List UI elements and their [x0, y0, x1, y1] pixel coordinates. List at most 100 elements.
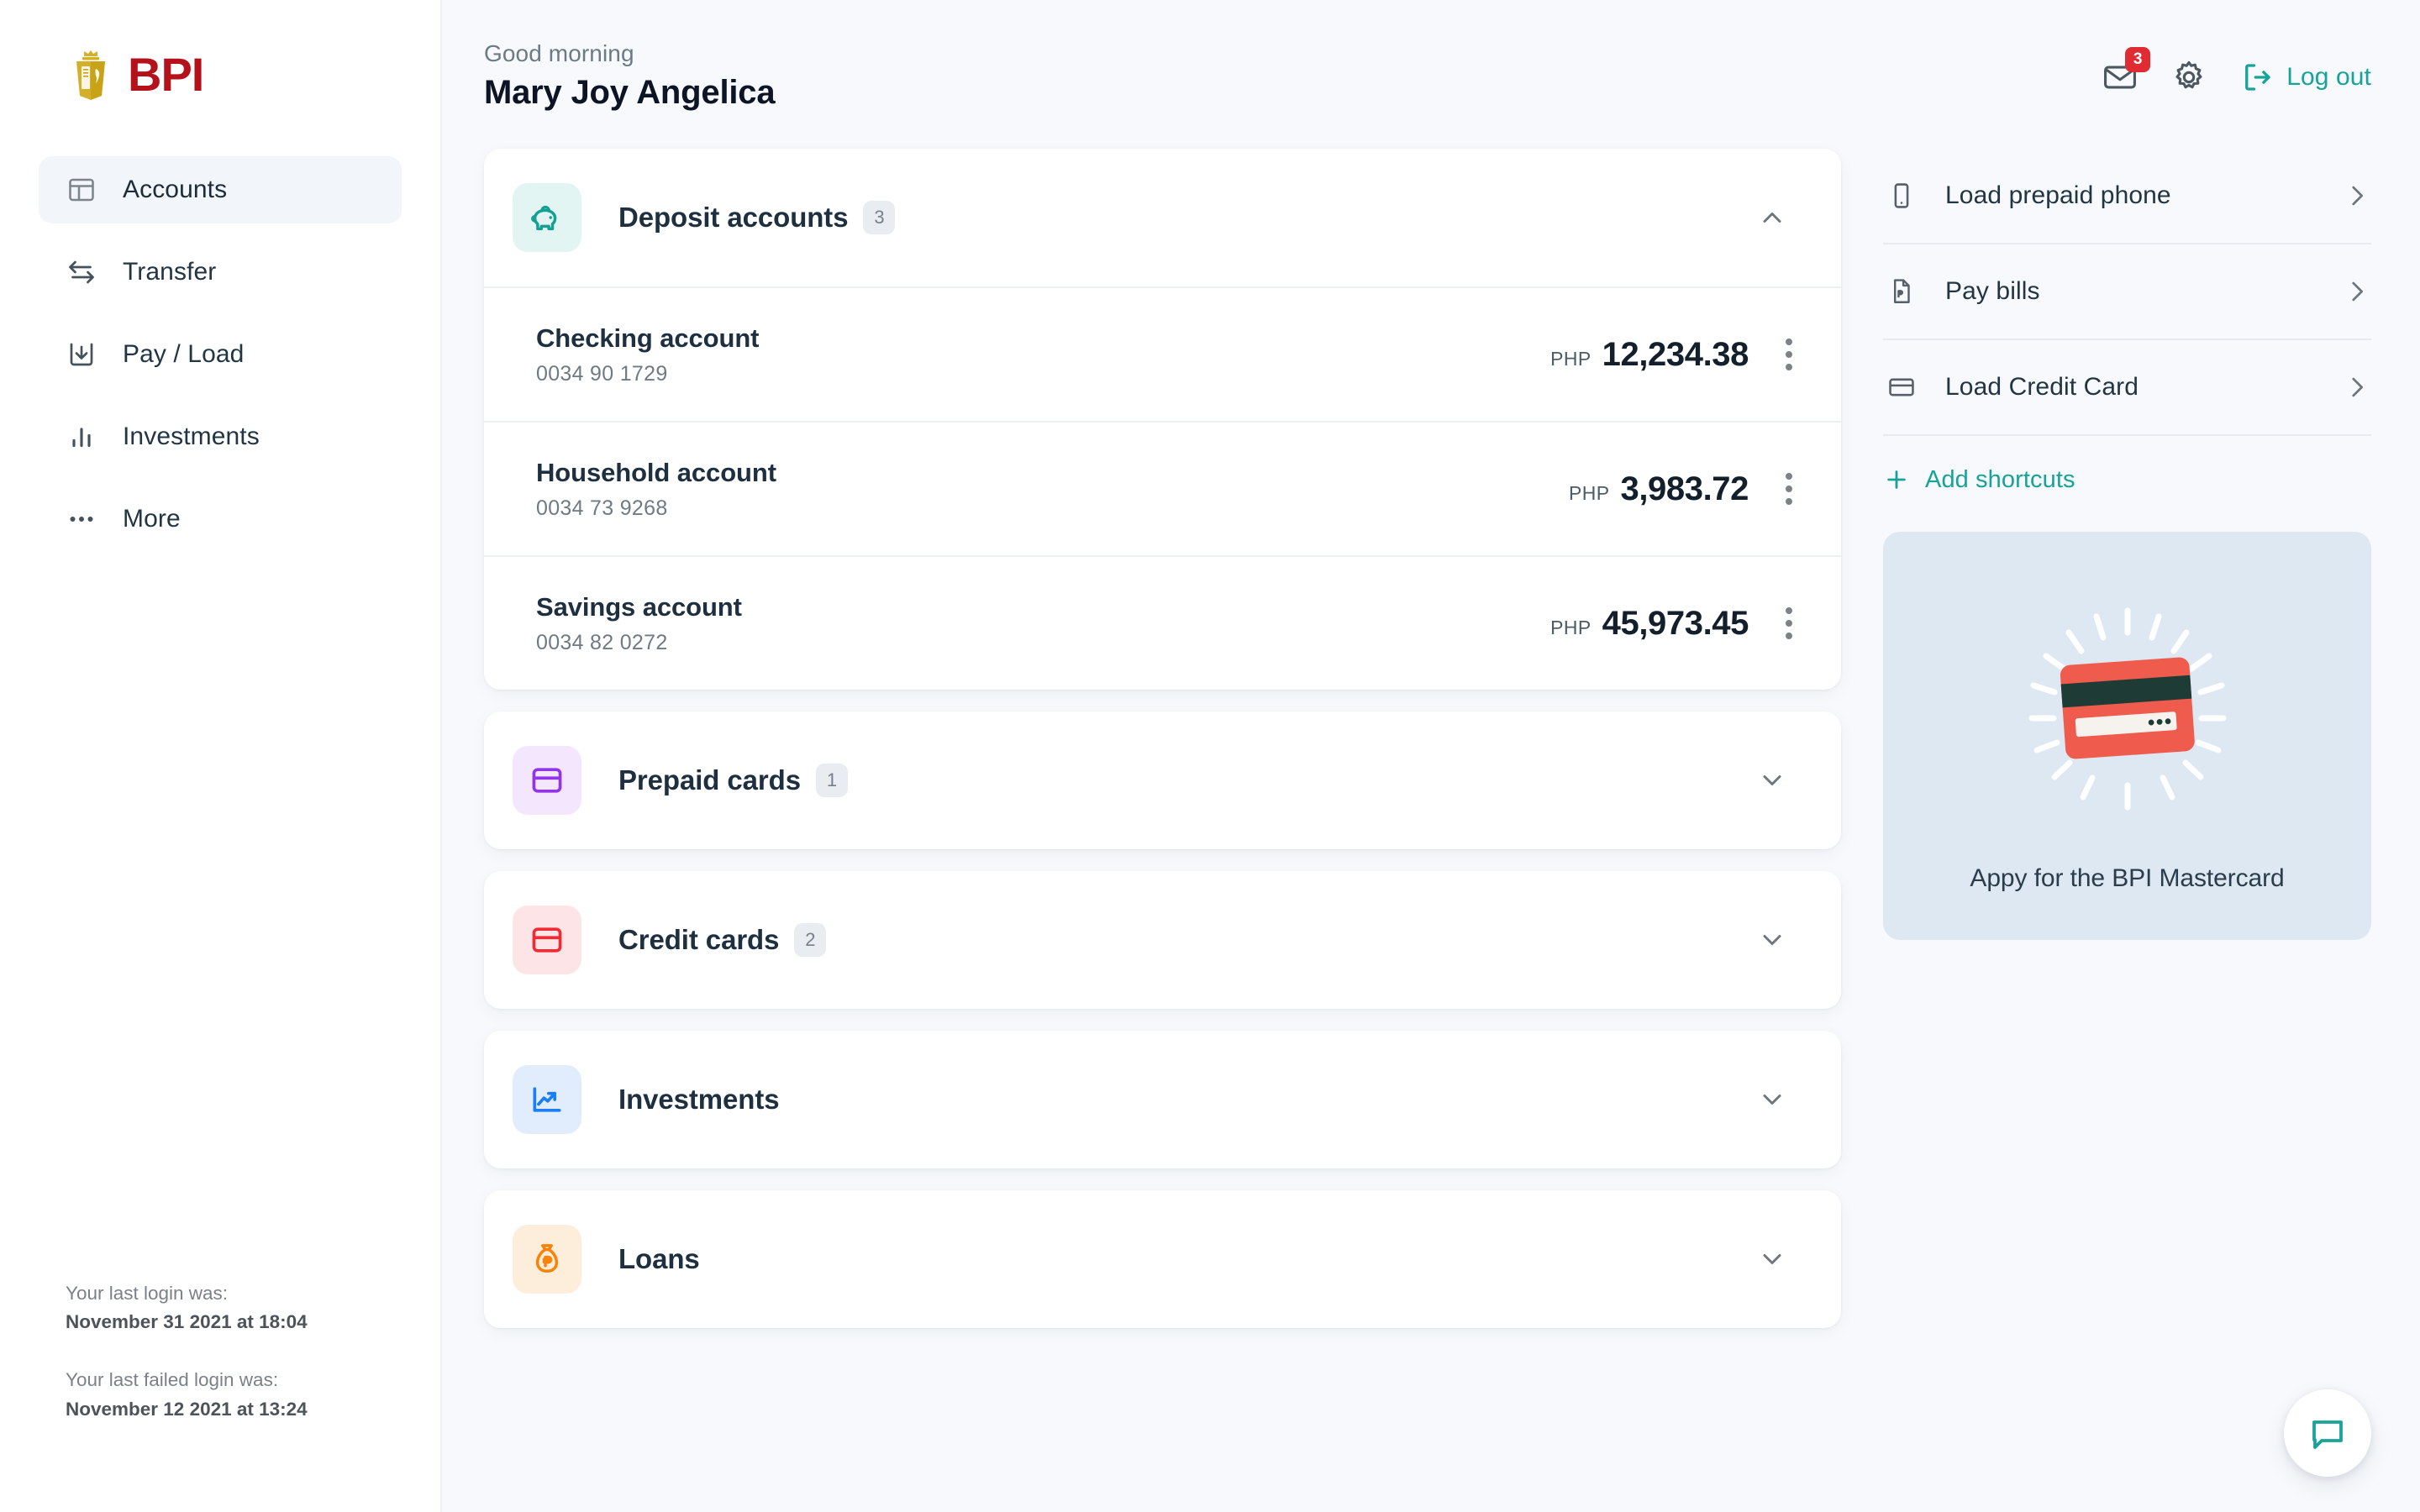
greeting-text: Good morning	[484, 40, 634, 66]
section-card-credit-cards: Credit cards 2	[484, 871, 1841, 1009]
chevron-down-icon[interactable]	[1755, 1083, 1789, 1116]
shortcut-load-credit-card[interactable]: Load Credit Card	[1883, 340, 2371, 436]
sidebar-item-accounts[interactable]: Accounts	[39, 156, 402, 223]
section-count-badge: 1	[815, 764, 848, 797]
login-info: Your last login was: November 31 2021 at…	[66, 1279, 308, 1425]
section-title: Deposit accounts	[618, 202, 849, 233]
credit-card-icon	[1883, 373, 1920, 402]
row-menu-button[interactable]	[1777, 332, 1801, 377]
sidebar-item-pay-load[interactable]: Pay / Load	[39, 321, 402, 388]
sidebar-item-label: Investments	[123, 423, 260, 450]
last-failed-login-label: Your last failed login was:	[66, 1369, 279, 1391]
credit-card-illustration	[1917, 584, 2338, 836]
shortcut-label: Load Credit Card	[1945, 373, 2139, 401]
section-count-badge: 2	[794, 923, 827, 957]
last-login-block: Your last login was: November 31 2021 at…	[66, 1279, 308, 1338]
messages-button[interactable]: 3	[2102, 47, 2151, 96]
section-header-prepaid-cards[interactable]: Prepaid cards 1	[484, 711, 1841, 849]
row-menu-button[interactable]	[1777, 466, 1801, 512]
chevron-down-icon[interactable]	[1755, 923, 1789, 957]
currency-label: PHP	[1568, 481, 1610, 504]
section-header-deposit-accounts[interactable]: Deposit accounts 3	[484, 149, 1841, 286]
add-shortcuts-button[interactable]: Add shortcuts	[1883, 436, 2371, 523]
chevron-right-icon	[2343, 181, 2371, 210]
sidebar-item-label: More	[123, 505, 181, 533]
settings-button[interactable]	[2170, 59, 2207, 96]
logo-text: BPI	[128, 48, 204, 101]
top-actions: 3 Log out	[2102, 40, 2371, 96]
account-number: 0034 73 9268	[536, 496, 668, 520]
promo-card-mastercard[interactable]: Appy for the BPI Mastercard	[1883, 532, 2371, 940]
sidebar-item-transfer[interactable]: Transfer	[39, 239, 402, 306]
last-failed-login-block: Your last failed login was: November 12 …	[66, 1366, 308, 1425]
section-title: Loans	[618, 1243, 700, 1274]
table-row[interactable]: Household account 0034 73 9268 PHP 3,983…	[484, 421, 1841, 555]
logout-button[interactable]: Log out	[2239, 60, 2371, 95]
table-row[interactable]: Checking account 0034 90 1729 PHP 12,234…	[484, 286, 1841, 421]
section-title: Prepaid cards	[618, 764, 801, 795]
top-bar: Good morning Mary Joy Angelica 3 Log out	[442, 40, 2420, 112]
chevron-right-icon	[2343, 277, 2371, 306]
account-info: Household account 0034 73 9268	[536, 458, 776, 521]
account-balance: 45,973.45	[1602, 604, 1749, 642]
card-icon	[513, 906, 581, 974]
shortcuts-list: Load prepaid phone Pay bills Load Credit…	[1883, 149, 2371, 523]
logout-icon	[2245, 64, 2270, 91]
logout-label: Log out	[2286, 63, 2371, 91]
account-balance-group: PHP 45,973.45	[1550, 601, 1801, 646]
chevron-down-icon[interactable]	[1755, 764, 1789, 797]
shortcut-load-prepaid-phone[interactable]: Load prepaid phone	[1883, 149, 2371, 244]
add-shortcuts-label: Add shortcuts	[1925, 465, 2075, 493]
account-balance-group: PHP 3,983.72	[1569, 466, 1801, 512]
account-number: 0034 90 1729	[536, 361, 668, 386]
sidebar-item-label: Accounts	[123, 176, 228, 203]
promo-text: Appy for the BPI Mastercard	[1970, 864, 2285, 892]
chevron-right-icon	[2343, 373, 2371, 402]
last-failed-login-value: November 12 2021 at 13:24	[66, 1399, 308, 1420]
sidebar-item-label: Pay / Load	[123, 340, 245, 368]
ellipsis-icon	[66, 503, 97, 535]
piggy-bank-icon	[513, 183, 581, 252]
section-header-loans[interactable]: Loans	[484, 1190, 1841, 1328]
chat-support-button[interactable]	[2284, 1389, 2371, 1477]
account-info: Checking account 0034 90 1729	[536, 323, 760, 386]
chevron-up-icon[interactable]	[1755, 201, 1789, 234]
layout-icon	[66, 174, 97, 206]
last-login-label: Your last login was:	[66, 1282, 229, 1304]
account-name: Household account	[536, 457, 776, 487]
section-header-credit-cards[interactable]: Credit cards 2	[484, 871, 1841, 1009]
main-area: Good morning Mary Joy Angelica 3 Log out…	[442, 0, 2420, 1512]
account-name: Checking account	[536, 323, 760, 353]
shortcut-label: Pay bills	[1945, 277, 2040, 305]
bar-chart-icon	[66, 421, 97, 453]
chevron-down-icon[interactable]	[1755, 1242, 1789, 1276]
bpi-crest-icon	[76, 50, 105, 100]
section-card-deposit-accounts: Deposit accounts 3 Checking account 0034…	[484, 149, 1841, 690]
account-balance-group: PHP 12,234.38	[1550, 332, 1801, 377]
sidebar-item-investments[interactable]: Investments	[39, 403, 402, 470]
account-name: Savings account	[536, 591, 742, 622]
messages-badge: 3	[2125, 47, 2151, 72]
section-card-loans: Loans	[484, 1190, 1841, 1328]
bill-peso-icon	[1883, 277, 1920, 306]
left-sidebar: BPI Accounts Transfer Pay / Load Investm…	[0, 0, 442, 1512]
primary-nav: Accounts Transfer Pay / Load Investments…	[0, 156, 440, 553]
account-number: 0034 82 0272	[536, 630, 668, 654]
row-menu-button[interactable]	[1777, 601, 1801, 646]
shortcut-pay-bills[interactable]: Pay bills	[1883, 244, 2371, 340]
phone-icon	[1883, 181, 1920, 210]
bpi-logo[interactable]: BPI	[0, 0, 440, 101]
account-balance: 12,234.38	[1602, 335, 1749, 373]
trend-up-icon	[513, 1065, 581, 1134]
table-row[interactable]: Savings account 0034 82 0272 PHP 45,973.…	[484, 555, 1841, 690]
transfer-icon	[66, 256, 97, 288]
section-title: Credit cards	[618, 924, 780, 955]
last-login-value: November 31 2021 at 18:04	[66, 1311, 308, 1333]
page-title: Mary Joy Angelica	[484, 74, 776, 111]
account-info: Savings account 0034 82 0272	[536, 592, 742, 655]
shortcut-label: Load prepaid phone	[1945, 181, 2171, 209]
section-header-investments[interactable]: Investments	[484, 1031, 1841, 1168]
sidebar-item-more[interactable]: More	[39, 486, 402, 553]
greeting-block: Good morning Mary Joy Angelica	[484, 40, 776, 112]
card-icon	[513, 746, 581, 815]
